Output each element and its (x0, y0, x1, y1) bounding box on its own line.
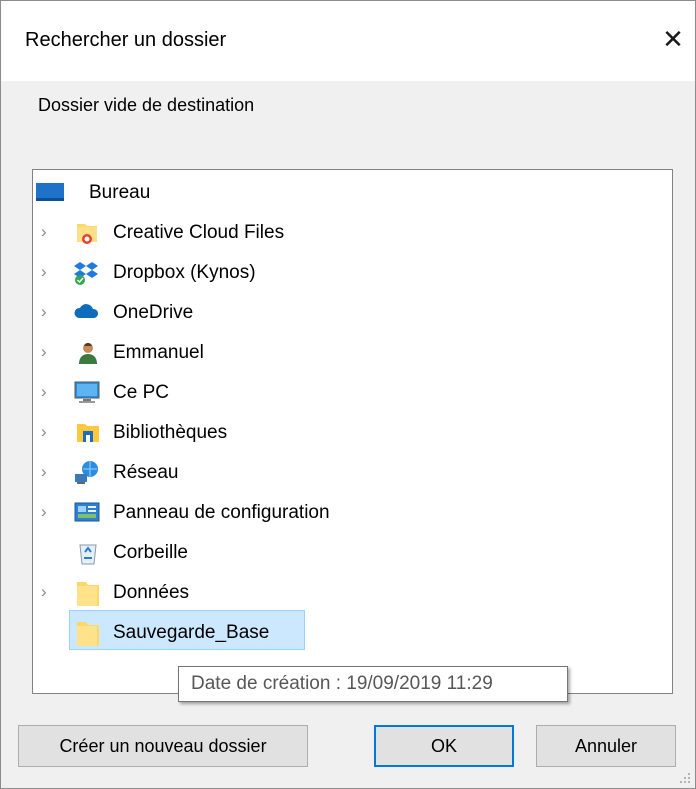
chevron-right-icon[interactable]: › (41, 583, 57, 600)
tree-item-dropbox[interactable]: › Dropbox (Kynos) (33, 254, 672, 290)
user-folder-icon (75, 340, 101, 364)
tree-item-label: Données (113, 582, 190, 603)
tree-item-bureau[interactable]: Bureau (33, 174, 672, 210)
tree-item-reseau[interactable]: › Réseau (33, 454, 672, 490)
tree-item-label: Creative Cloud Files (113, 222, 285, 243)
dialog-title: Rechercher un dossier (25, 29, 227, 51)
tree-item-emmanuel[interactable]: › Emmanuel (33, 334, 672, 370)
tree-item-creative-cloud-files[interactable]: › Creative Cloud Files (33, 214, 672, 250)
chevron-right-icon[interactable]: › (41, 503, 57, 520)
chevron-right-icon[interactable]: › (41, 343, 57, 360)
tree-item-label: Bibliothèques (113, 422, 228, 443)
tree-item-corbeille[interactable]: Corbeille (33, 534, 672, 570)
tree-item-donnees[interactable]: › Données (33, 574, 672, 610)
chevron-right-icon[interactable]: › (41, 423, 57, 440)
tree-item-panneau-de-configuration[interactable]: › Panneau de configuration (33, 494, 672, 530)
folder-tree[interactable]: Bureau › Creative Cloud Files › Dropbox … (32, 169, 673, 694)
tree-item-label: Ce PC (113, 382, 169, 403)
tooltip-creation-date: Date de création : 19/09/2019 11:29 (178, 666, 568, 702)
control-panel-icon (73, 500, 100, 524)
tree-item-label: Bureau (89, 182, 151, 203)
new-folder-button[interactable]: Créer un nouveau dossier (18, 725, 308, 767)
dropbox-icon (73, 260, 99, 285)
resize-grip-icon[interactable] (679, 772, 691, 784)
chevron-right-icon[interactable]: › (41, 463, 57, 480)
title-bar: Rechercher un dossier ✕ (1, 1, 695, 81)
tree-item-onedrive[interactable]: › OneDrive (33, 294, 672, 330)
tree-item-label: Dropbox (Kynos) (113, 262, 256, 283)
tree-item-sauvegarde-base[interactable]: Sauvegarde_Base (33, 614, 672, 650)
tree-item-label: Emmanuel (113, 342, 204, 363)
chevron-right-icon[interactable]: › (41, 303, 57, 320)
desktop-icon (35, 180, 64, 204)
folder-icon (75, 580, 101, 606)
libraries-icon (75, 420, 101, 444)
tree-item-label: Panneau de configuration (113, 502, 330, 523)
tree-item-bibliotheques[interactable]: › Bibliothèques (33, 414, 672, 450)
computer-icon (73, 380, 100, 404)
tree-item-label: Corbeille (113, 542, 188, 563)
close-button[interactable]: ✕ (657, 23, 689, 55)
tree-item-label: Sauvegarde_Base (113, 622, 270, 643)
creative-cloud-folder-icon (75, 220, 101, 244)
cancel-button[interactable]: Annuler (536, 725, 676, 767)
recycle-bin-icon (75, 540, 101, 565)
chevron-right-icon[interactable]: › (41, 383, 57, 400)
tree-item-label: Réseau (113, 462, 179, 483)
chevron-right-icon[interactable]: › (41, 223, 57, 240)
network-icon (73, 460, 99, 484)
instruction-text: Dossier vide de destination (38, 95, 255, 115)
ok-button[interactable]: OK (374, 725, 514, 767)
folder-icon (75, 620, 101, 646)
onedrive-cloud-icon (73, 300, 99, 324)
tree-item-ce-pc[interactable]: › Ce PC (33, 374, 672, 410)
tree-item-label: OneDrive (113, 302, 194, 323)
browse-folder-dialog: Rechercher un dossier ✕ Dossier vide de … (0, 0, 696, 789)
chevron-right-icon[interactable]: › (41, 263, 57, 280)
